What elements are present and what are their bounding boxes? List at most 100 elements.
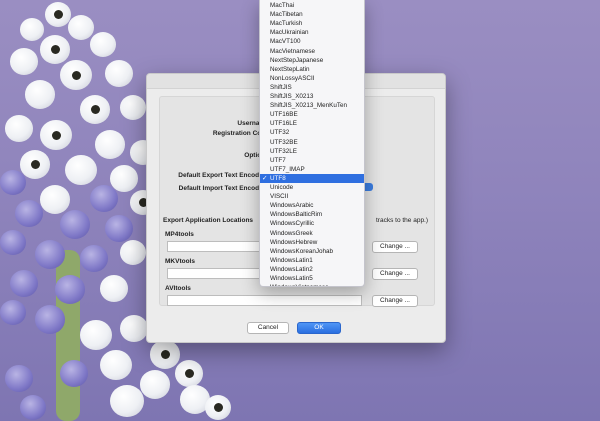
flower-bud	[5, 365, 33, 392]
flower-bud	[90, 32, 116, 57]
flower-bud	[105, 215, 133, 242]
encoding-option-windowsarabic[interactable]: WindowsArabic	[260, 201, 364, 210]
flower-bud	[80, 245, 108, 272]
flower-bud	[60, 60, 92, 91]
encoding-option-windowshebrew[interactable]: WindowsHebrew	[260, 238, 364, 247]
flower-bud	[20, 150, 50, 179]
export-locations-hint: tracks to the app.)	[376, 217, 429, 224]
flower-bud	[120, 240, 146, 265]
encoding-dropdown-menu: MacThai MacTibetan MacTurkish MacUkrainian M…	[259, 0, 365, 287]
encoding-option-utf32[interactable]: UTF32	[260, 128, 364, 137]
flower-bud	[15, 200, 43, 227]
avitools-path-field[interactable]	[167, 295, 362, 306]
flower-bud	[25, 80, 55, 109]
encoding-option-macturkish[interactable]: MacTurkish	[260, 19, 364, 28]
ok-button[interactable]: OK	[297, 322, 341, 334]
flower-bud	[105, 60, 133, 87]
flower-bud	[0, 170, 26, 195]
encoding-option-macvt100[interactable]: MacVT100	[260, 37, 364, 46]
flower-bud	[80, 320, 112, 351]
checkmark-icon: ✓	[262, 174, 268, 182]
flower-bud	[80, 95, 110, 124]
flower-bud-center	[185, 369, 194, 379]
encoding-option-windowskoreanjohab[interactable]: WindowsKoreanJohab	[260, 247, 364, 256]
encoding-option-windowsgreek[interactable]: WindowsGreek	[260, 229, 364, 238]
flower-bud	[40, 185, 70, 214]
flower-bud	[40, 120, 72, 151]
encoding-option-nonlossyascii[interactable]: NonLossyASCII	[260, 74, 364, 83]
flower-bud	[45, 2, 71, 27]
encoding-option-unicode[interactable]: Unicode	[260, 183, 364, 192]
flower-bud-center	[52, 131, 61, 141]
encoding-option-windowslatin1[interactable]: WindowsLatin1	[260, 256, 364, 265]
flower-bud	[140, 370, 170, 399]
mp4tools-change-button[interactable]: Change ...	[372, 241, 418, 253]
flower-bud-center	[31, 160, 40, 170]
default-export-label: Default Export Text Encoding:	[178, 172, 271, 179]
cancel-button[interactable]: Cancel	[247, 322, 289, 334]
flower-bud	[110, 385, 144, 418]
encoding-option-mactibetan[interactable]: MacTibetan	[260, 10, 364, 19]
registration-code-label: Registration Code:	[212, 130, 271, 137]
encoding-option-shiftjis[interactable]: ShiftJIS	[260, 83, 364, 92]
flower-bud	[120, 95, 146, 120]
encoding-option-macvietnamese[interactable]: MacVietnamese	[260, 47, 364, 56]
encoding-option-shiftjis-x0213[interactable]: ShiftJIS_X0213	[260, 92, 364, 101]
flower-bud	[55, 275, 85, 304]
flower-bud	[20, 18, 44, 41]
flower-bud-center	[54, 10, 63, 20]
flower-bud	[65, 155, 97, 186]
flower-bud	[175, 360, 203, 387]
encoding-option-windowsbalticrim[interactable]: WindowsBalticRim	[260, 210, 364, 219]
flower-bud-center	[214, 403, 223, 413]
mkvtools-label: MKVtools	[165, 258, 195, 265]
flower-bud	[95, 130, 125, 159]
flower-bud	[10, 48, 38, 75]
flower-bud-center	[161, 350, 170, 360]
encoding-option-utf32be[interactable]: UTF32BE	[260, 138, 364, 147]
flower-bud	[150, 340, 180, 369]
encoding-option-windowslatin2[interactable]: WindowsLatin2	[260, 265, 364, 274]
flower-bud	[20, 395, 46, 420]
flower-bud	[40, 35, 70, 64]
flower-bud	[35, 305, 65, 334]
avitools-label: AVItools	[165, 285, 191, 292]
encoding-option-shiftjis-x0213-menkuten[interactable]: ShiftJIS_X0213_MenKuTen	[260, 101, 364, 110]
flower-bud	[100, 350, 132, 381]
encoding-option-utf32le[interactable]: UTF32LE	[260, 147, 364, 156]
encoding-option-windowslatin5[interactable]: WindowsLatin5	[260, 274, 364, 283]
encoding-option-windowsvietnamese[interactable]: WindowsVietnamese	[260, 283, 364, 286]
encoding-option-windowscyrillic[interactable]: WindowsCyrillic	[260, 219, 364, 228]
encoding-option-utf7-imap[interactable]: UTF7_IMAP	[260, 165, 364, 174]
flower-bud	[0, 230, 26, 255]
flower-bud	[120, 315, 148, 342]
encoding-option-nextstepjapanese[interactable]: NextStepJapanese	[260, 56, 364, 65]
flower-bud	[60, 210, 90, 239]
flower-bud	[110, 165, 138, 192]
export-locations-label: Export Application Locations	[163, 217, 254, 224]
flower-bud	[205, 395, 231, 420]
mkvtools-change-button[interactable]: Change ...	[372, 268, 418, 280]
encoding-option-utf16be[interactable]: UTF16BE	[260, 110, 364, 119]
default-import-label: Default Import Text Encoding:	[178, 185, 271, 192]
flower-bud-center	[72, 71, 81, 81]
encoding-option-viscii[interactable]: VISCII	[260, 192, 364, 201]
avitools-change-button[interactable]: Change ...	[372, 295, 418, 307]
flower-bud-center	[91, 105, 100, 115]
flower-bud	[35, 240, 65, 269]
encoding-option-utf8[interactable]: UTF8 ✓	[260, 173, 364, 183]
encoding-option-nextsteplatin[interactable]: NextStepLatin	[260, 65, 364, 74]
flower-bud	[10, 270, 38, 297]
flower-bud	[5, 115, 33, 142]
encoding-option-macukrainian[interactable]: MacUkrainian	[260, 28, 364, 37]
encoding-option-macthai[interactable]: MacThai	[260, 1, 364, 10]
encoding-option-utf16le[interactable]: UTF16LE	[260, 119, 364, 128]
flower-bud-center	[51, 45, 60, 55]
flower-bud	[90, 185, 118, 212]
flower-bud	[68, 15, 94, 40]
flower-bud	[60, 360, 88, 387]
encoding-option-utf7[interactable]: UTF7	[260, 156, 364, 165]
flower-bud	[0, 300, 26, 325]
flower-bud	[100, 275, 128, 302]
mp4tools-label: MP4tools	[165, 231, 194, 238]
